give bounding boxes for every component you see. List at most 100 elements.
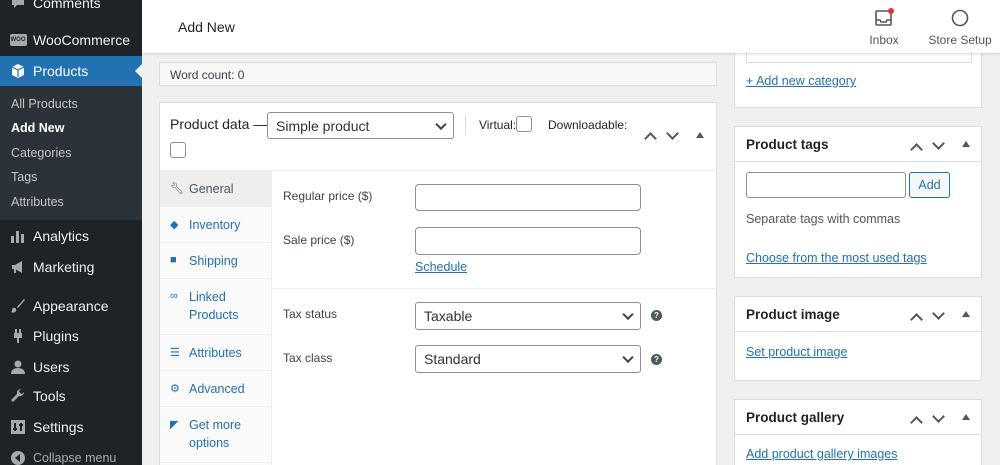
menu-appearance-label: Appearance <box>33 298 109 314</box>
product-tags-title: Product tags <box>746 137 829 152</box>
virtual-label: Virtual: <box>479 118 517 132</box>
submenu-all-products[interactable]: All Products <box>11 97 78 111</box>
product-data-box: Product data — Simple product Virtual: D… <box>159 102 718 465</box>
page-title: Add New <box>178 19 235 35</box>
tax-class-select[interactable]: Standard <box>415 345 641 373</box>
store-setup-button[interactable]: Store Setup <box>927 8 993 47</box>
choose-most-used-tags-link[interactable]: Choose from the most used tags <box>746 251 927 265</box>
menu-plugins-label: Plugins <box>33 328 79 344</box>
categories-list <box>746 53 972 63</box>
tab-general-label: General <box>189 182 234 196</box>
move-down-icon[interactable] <box>932 410 945 423</box>
settings-icon <box>9 418 27 436</box>
menu-tools[interactable]: Tools <box>0 381 142 411</box>
move-up-icon[interactable] <box>910 416 923 429</box>
product-gallery-box: Product gallery Add product gallery imag… <box>734 399 982 465</box>
help-icon[interactable]: ? <box>651 310 662 321</box>
divider <box>735 161 981 162</box>
link-icon: ∞ <box>170 290 178 302</box>
toggle-panel-icon[interactable] <box>962 414 970 420</box>
tab-general[interactable]: 🔧︎ General <box>160 171 271 207</box>
move-up-icon[interactable] <box>910 143 923 156</box>
inbox-button[interactable]: Inbox <box>867 8 901 47</box>
tab-inventory[interactable]: ◆ Inventory <box>160 207 271 243</box>
virtual-checkbox[interactable] <box>516 116 532 132</box>
menu-settings[interactable]: Settings <box>0 412 142 442</box>
divider <box>735 434 981 435</box>
tab-linked-products[interactable]: ∞ Linked Products <box>160 279 271 335</box>
word-count: Word count: 0 <box>170 68 245 82</box>
sale-price-input[interactable] <box>415 227 641 255</box>
collapse-menu-label: Collapse menu <box>33 451 117 465</box>
menu-appearance[interactable]: Appearance <box>0 291 142 321</box>
tab-attributes[interactable]: ☰ Attributes <box>160 335 271 371</box>
product-gallery-title: Product gallery <box>746 410 845 425</box>
move-down-icon[interactable] <box>666 127 679 140</box>
menu-analytics[interactable]: Analytics <box>0 221 142 251</box>
menu-marketing[interactable]: Marketing <box>0 252 142 282</box>
wrench-icon <box>9 387 27 405</box>
progress-circle-icon <box>950 8 970 28</box>
product-data-tabs: 🔧︎ General ◆ Inventory ■ Shipping ∞ Link… <box>160 170 272 465</box>
megaphone-icon <box>9 258 27 276</box>
tab-advanced[interactable]: ⚙︎ Advanced <box>160 371 271 407</box>
move-up-icon[interactable] <box>644 132 657 145</box>
downloadable-checkbox[interactable] <box>170 142 186 158</box>
regular-price-input[interactable] <box>415 184 641 211</box>
plug-icon: ◤ <box>170 419 179 431</box>
move-down-icon[interactable] <box>932 137 945 150</box>
chevron-down-icon <box>622 308 634 321</box>
menu-settings-label: Settings <box>33 419 84 435</box>
menu-marketing-label: Marketing <box>33 259 95 275</box>
tax-class-label: Tax class <box>283 351 333 365</box>
submenu-attributes[interactable]: Attributes <box>11 195 64 209</box>
submenu-categories[interactable]: Categories <box>11 146 71 160</box>
collapse-menu-button[interactable]: Collapse menu <box>0 443 142 465</box>
toggle-panel-icon[interactable] <box>962 311 970 317</box>
chevron-down-icon <box>435 118 447 130</box>
gear-icon: ⚙︎ <box>170 383 180 395</box>
product-type-value: Simple product <box>276 117 370 134</box>
products-icon <box>9 62 27 80</box>
move-down-icon[interactable] <box>932 307 945 320</box>
menu-woocommerce-label: WooCommerce <box>33 32 130 48</box>
regular-price-label: Regular price ($) <box>283 189 373 203</box>
menu-plugins[interactable]: Plugins <box>0 321 142 351</box>
product-type-select[interactable]: Simple product <box>267 112 454 139</box>
move-up-icon[interactable] <box>910 313 923 326</box>
submenu-tags[interactable]: Tags <box>11 170 37 184</box>
tab-get-more-options[interactable]: ◤ Get more options <box>160 407 271 463</box>
comment-icon <box>9 0 27 12</box>
tax-status-select[interactable]: Taxable <box>415 302 641 330</box>
add-tag-button[interactable]: Add <box>909 172 950 198</box>
page-header: Add New Inbox Store Setup <box>142 0 1000 53</box>
chevron-down-icon <box>622 351 634 364</box>
menu-products[interactable]: Products <box>0 56 142 86</box>
products-submenu: All Products Add New Categories Tags Att… <box>0 86 142 220</box>
tab-linked-products-label: Linked Products <box>189 290 239 322</box>
menu-comments-label: Comments <box>33 0 101 11</box>
tab-get-more-options-label: Get more options <box>189 418 242 450</box>
toggle-panel-icon[interactable] <box>962 141 970 147</box>
help-icon[interactable]: ? <box>651 354 662 365</box>
add-gallery-images-link[interactable]: Add product gallery images <box>746 447 897 461</box>
tab-advanced-label: Advanced <box>189 382 245 396</box>
paintbrush-icon <box>9 297 27 315</box>
toggle-panel-icon[interactable] <box>696 132 704 138</box>
add-new-category-link[interactable]: + Add new category <box>746 74 856 88</box>
menu-comments[interactable]: Comments <box>0 0 142 18</box>
tab-shipping-label: Shipping <box>189 254 238 268</box>
submenu-add-new[interactable]: Add New <box>11 121 64 135</box>
plug-icon <box>9 327 27 345</box>
schedule-link[interactable]: Schedule <box>415 260 467 274</box>
word-count-bar: Word count: 0 <box>159 62 717 86</box>
menu-woocommerce[interactable]: WOO WooCommerce <box>0 25 142 55</box>
woo-badge: WOO <box>9 34 27 46</box>
set-product-image-link[interactable]: Set product image <box>746 345 847 359</box>
user-icon <box>9 358 27 376</box>
divider <box>465 115 466 135</box>
tag-input[interactable] <box>746 172 906 198</box>
tab-shipping[interactable]: ■ Shipping <box>160 243 271 279</box>
sale-price-label: Sale price ($) <box>283 233 355 247</box>
menu-users[interactable]: Users <box>0 352 142 382</box>
